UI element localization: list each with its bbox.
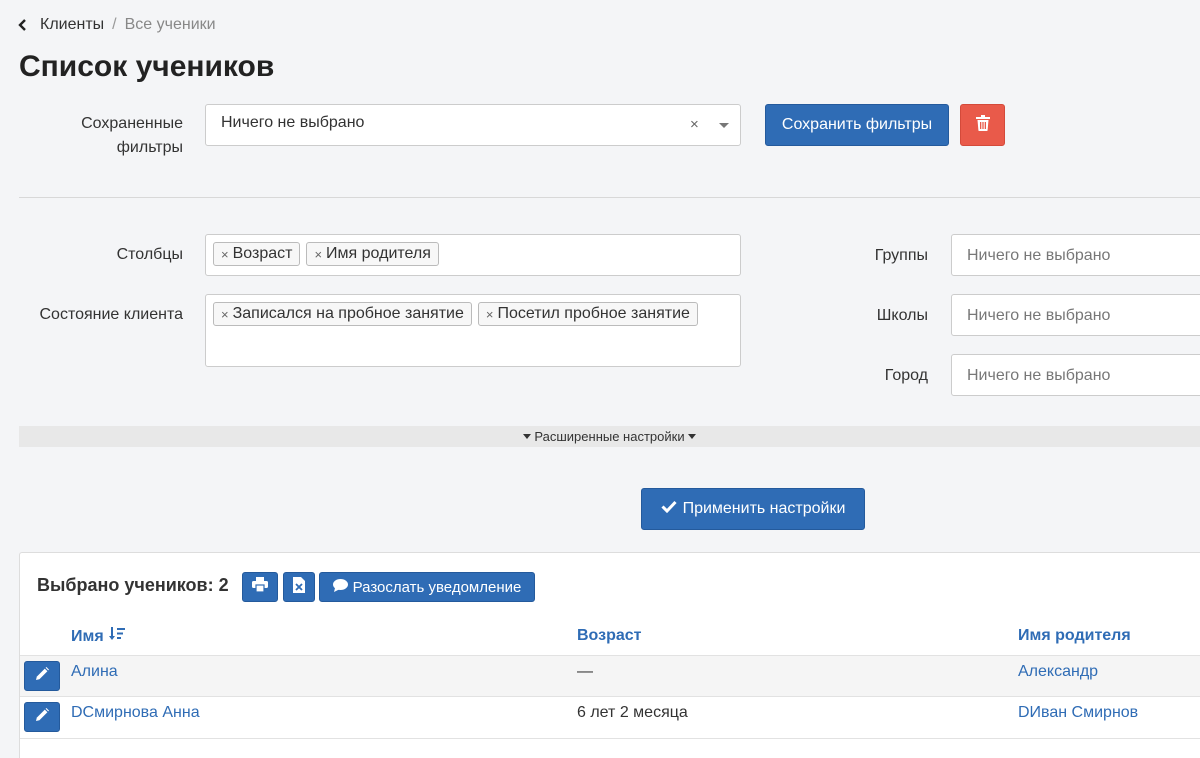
breadcrumb-clients-link[interactable]: Клиенты [40,16,104,34]
trash-icon [975,114,990,136]
column-header-name-label: Имя [71,627,104,645]
schools-placeholder: Ничего не выбрано [967,307,1111,324]
export-excel-button[interactable] [283,572,315,602]
selected-tag: × Посетил пробное занятие [477,302,698,326]
remove-tag-icon[interactable]: × [221,247,229,262]
student-age: — [577,663,593,680]
table-row: Алина — Александр [20,655,1200,697]
groups-select[interactable]: Ничего не выбрано [951,234,1200,276]
client-state-select[interactable]: × Записался на пробное занятие × Посетил пр… [205,294,741,367]
print-button[interactable] [242,572,278,602]
remove-tag-icon[interactable]: × [486,307,494,322]
advanced-settings-label: Расширенные настройки [534,429,685,444]
tag-label: Возраст [232,245,293,262]
clear-icon[interactable]: × [690,116,699,133]
columns-select[interactable]: × Возраст × Имя родителя [205,234,741,276]
tag-label: Посетил пробное занятие [497,305,690,322]
parent-name-link[interactable]: Александр [1018,663,1098,681]
sort-descending-icon [108,627,125,646]
saved-filters-label: Сохраненные фильтры [40,112,183,160]
remove-tag-icon[interactable]: × [314,247,322,262]
caret-down-icon[interactable] [719,123,729,128]
selected-tag: × Возраст [213,242,301,266]
student-age: 6 лет 2 месяца [577,704,688,721]
breadcrumb-separator: / [112,16,117,33]
checkmark-icon [661,500,677,518]
schools-select[interactable]: Ничего не выбрано [951,294,1200,336]
selected-tag: × Имя родителя [306,242,439,266]
divider [19,197,1200,198]
student-name-link[interactable]: Алина [71,663,118,681]
saved-filters-label-line2: фильтры [116,139,183,156]
city-select[interactable]: Ничего не выбрано [951,354,1200,396]
chevron-left-icon[interactable] [18,15,32,35]
groups-placeholder: Ничего не выбрано [967,247,1111,264]
comment-icon [332,578,348,596]
breadcrumb-current: Все ученики [124,16,216,33]
city-label: Город [884,367,928,384]
city-placeholder: Ничего не выбрано [967,367,1111,384]
table-row: DСмирнова Анна 6 лет 2 месяца DИван Смир… [20,697,1200,739]
edit-button[interactable] [24,702,60,732]
column-header-parent[interactable]: Имя родителя [1018,627,1131,645]
send-notification-label: Разослать уведомление [352,578,522,596]
groups-label: Группы [874,247,928,264]
client-state-label: Состояние клиента [39,306,183,323]
page-title: Список учеников [19,50,275,83]
selected-count: Выбрано учеников: 2 [37,575,229,595]
tag-label: Записался на пробное занятие [232,305,464,322]
parent-name-link[interactable]: DИван Смирнов [1018,704,1138,722]
saved-filters-label-line1: Сохраненные [81,115,183,132]
advanced-settings-toggle[interactable]: Расширенные настройки [19,426,1200,447]
caret-down-icon [523,434,532,439]
column-header-age[interactable]: Возраст [577,627,641,645]
caret-down-icon [687,434,696,439]
save-filters-button[interactable]: Сохранить фильтры [765,104,949,146]
apply-settings-label: Применить настройки [682,500,846,517]
remove-tag-icon[interactable]: × [221,307,229,322]
print-icon [252,577,268,597]
breadcrumb: Клиенты / Все ученики [18,14,216,36]
send-notification-button[interactable]: Разослать уведомление [319,572,535,602]
apply-settings-button[interactable]: Применить настройки [641,488,865,530]
selected-tag: × Записался на пробное занятие [213,302,472,326]
schools-label: Школы [876,307,928,324]
saved-filters-select[interactable]: Ничего не выбрано × [205,104,741,146]
excel-file-icon [293,576,305,598]
saved-filters-value: Ничего не выбрано [221,114,365,131]
tag-label: Имя родителя [326,245,431,262]
student-name-link[interactable]: DСмирнова Анна [71,704,200,722]
pencil-icon [35,666,49,686]
delete-filter-button[interactable] [960,104,1005,146]
column-header-name[interactable]: Имя [71,627,125,646]
edit-button[interactable] [24,661,60,691]
pencil-icon [35,707,49,727]
columns-label: Столбцы [116,246,183,263]
